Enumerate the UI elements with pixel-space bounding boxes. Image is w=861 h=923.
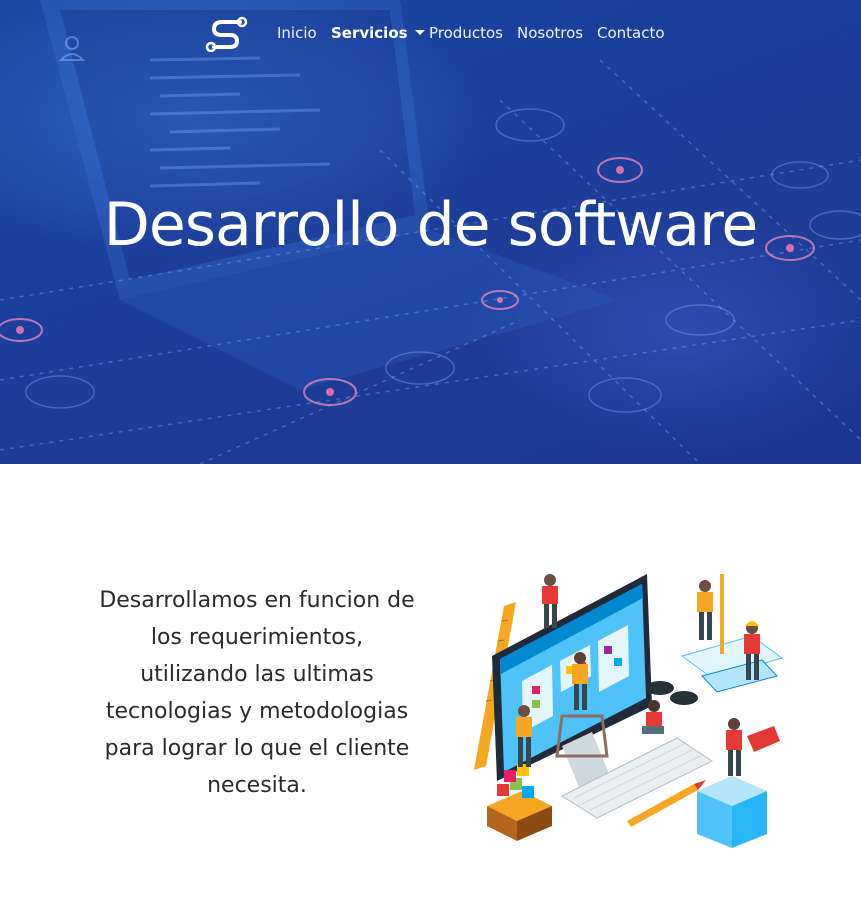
logo-icon[interactable]	[204, 16, 248, 52]
nav-productos-link[interactable]: Productos	[429, 24, 503, 42]
software-team-illustration	[474, 574, 784, 848]
nav-servicios-label: Servicios	[331, 24, 408, 42]
chevron-down-icon	[414, 30, 425, 35]
nav-inicio-link[interactable]: Inicio	[277, 24, 317, 42]
hero-title: Desarrollo de software	[103, 190, 759, 260]
nav-nosotros-link[interactable]: Nosotros	[517, 24, 583, 42]
service-description: Desarrollamos en funcion de los requerim…	[99, 588, 415, 798]
main-navigation: Inicio Servicios Productos Nosotros Cont…	[0, 14, 861, 54]
nav-contacto-link[interactable]: Contacto	[597, 24, 665, 42]
nav-servicios-dropdown[interactable]: Servicios	[331, 24, 425, 42]
hero-section: Inicio Servicios Productos Nosotros Cont…	[0, 0, 861, 464]
